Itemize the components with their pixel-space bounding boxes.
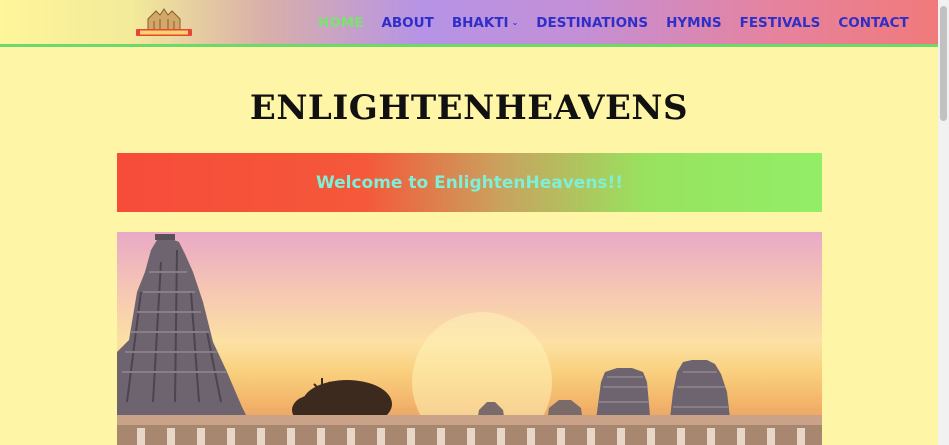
chevron-down-icon: ⌄	[511, 18, 519, 27]
page-scrollbar[interactable]	[938, 0, 949, 445]
scrollbar-thumb[interactable]	[940, 6, 947, 121]
nav-item-hymns[interactable]: HYMNS	[666, 14, 722, 32]
nav-item-festivals[interactable]: FESTIVALS	[740, 14, 821, 32]
nav-label: FESTIVALS	[739, 15, 821, 31]
temple-gopuram-image	[117, 234, 822, 445]
nav-label: CONTACT	[838, 15, 909, 31]
page-title: ENLIGHTENHEAVENS	[249, 88, 689, 128]
nav-label: DESTINATIONS	[536, 15, 649, 31]
nav-item-bhakti[interactable]: BHAKTI ⌄	[452, 14, 518, 32]
nav-label: HYMNS	[666, 15, 722, 31]
header-divider	[0, 44, 938, 47]
nav-label: ABOUT	[381, 15, 434, 31]
nav-label: HOME	[318, 15, 364, 31]
welcome-text: Welcome to EnlightenHeavens!!	[315, 172, 624, 193]
nav-item-destinations[interactable]: DESTINATIONS	[536, 14, 648, 32]
site-logo[interactable]	[134, 5, 194, 39]
nav-item-contact[interactable]: CONTACT	[838, 14, 908, 32]
nav-item-about[interactable]: ABOUT	[381, 14, 433, 32]
welcome-banner: Welcome to EnlightenHeavens!!	[117, 153, 822, 212]
hero-image	[117, 232, 822, 445]
nav-item-home[interactable]: HOME	[318, 14, 363, 32]
main-nav: HOME ABOUT BHAKTI ⌄ DESTINATIONS HYMNS FE…	[318, 14, 909, 32]
temple-logo-icon	[136, 8, 192, 36]
nav-label: BHAKTI	[451, 15, 509, 31]
